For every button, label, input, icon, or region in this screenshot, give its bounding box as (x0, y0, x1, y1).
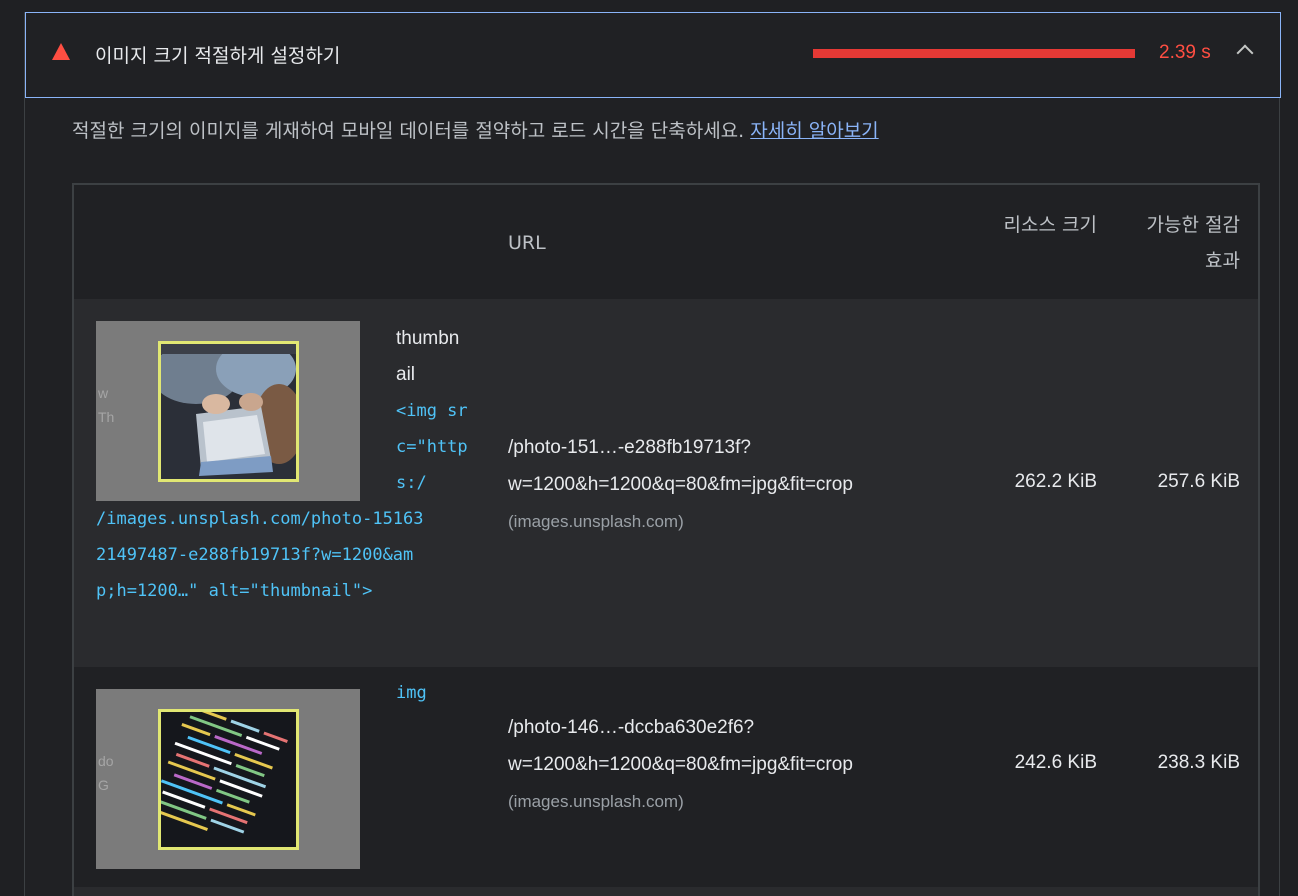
url-origin: (images.unsplash.com) (508, 792, 684, 811)
thumbnail-image (158, 341, 299, 482)
chevron-up-icon[interactable] (1236, 44, 1254, 62)
thumbnail-image (158, 709, 299, 850)
code-photo-icon (161, 712, 296, 847)
audit-description: 적절한 크기의 이미지를 게재하여 모바일 데이터를 절약하고 로드 시간을 단… (72, 116, 879, 143)
audit-header[interactable]: 이미지 크기 적절하게 설정하기 2.39 s (25, 12, 1281, 98)
thumbnail-preview: w Th (96, 321, 360, 501)
savings-value: 238.3 KiB (1157, 752, 1240, 773)
savings-value: 257.6 KiB (1157, 471, 1240, 492)
laptop-photo-icon (161, 344, 296, 479)
audit-panel: 이미지 크기 적절하게 설정하기 2.39 s 적절한 크기의 이미지를 게재하… (24, 12, 1281, 896)
url-path: /photo-146…-dccba630e2f6?w=1200&h=1200&q… (508, 717, 853, 775)
url-path: /photo-151…-e288fb19713f?w=1200&h=1200&q… (508, 437, 853, 495)
header-resource-size: 리소스 크기 (1003, 214, 1097, 236)
description-text: 적절한 크기의 이미지를 게재하여 모바일 데이터를 절약하고 로드 시간을 단… (72, 120, 751, 142)
table-header: URL 리소스 크기 가능한 절감 효과 (74, 185, 1258, 299)
url-cell[interactable]: /photo-151…-e288fb19713f?w=1200&h=1200&q… (508, 429, 958, 540)
thumbnail-alt-text: w Th (98, 385, 115, 425)
details-table: URL 리소스 크기 가능한 절감 효과 w Th thumbnail <img… (72, 183, 1260, 896)
metric-value: 2.39 s (1159, 42, 1211, 63)
node-snippet-start: <img src="https:/ (396, 401, 468, 493)
metric-bar (813, 49, 1135, 58)
thumbnail-preview: do G (96, 689, 360, 869)
table-row: do G img /photo-146…-dccba630e2f6?w=1200… (74, 667, 1258, 887)
audit-title: 이미지 크기 적절하게 설정하기 (95, 45, 341, 67)
url-cell[interactable]: /photo-146…-dccba630e2f6?w=1200&h=1200&q… (508, 709, 958, 820)
node-label: thumbnail (396, 328, 460, 385)
header-potential-savings: 가능한 절감 효과 (1146, 214, 1240, 272)
fail-triangle-icon (52, 43, 70, 60)
node-label: img (396, 683, 427, 703)
learn-more-link[interactable]: 자세히 알아보기 (750, 120, 878, 142)
resource-size-value: 242.6 KiB (1014, 752, 1097, 773)
table-row: w Th thumbnail <img src="https:/ /images… (74, 299, 1258, 667)
resource-size-value: 262.2 KiB (1014, 471, 1097, 492)
url-origin: (images.unsplash.com) (508, 512, 684, 531)
thumbnail-alt-text: do G (98, 753, 114, 793)
table-row (74, 887, 1258, 896)
header-url: URL (508, 232, 546, 254)
node-snippet-rest: /images.unsplash.com/photo-1516321497487… (96, 509, 424, 601)
